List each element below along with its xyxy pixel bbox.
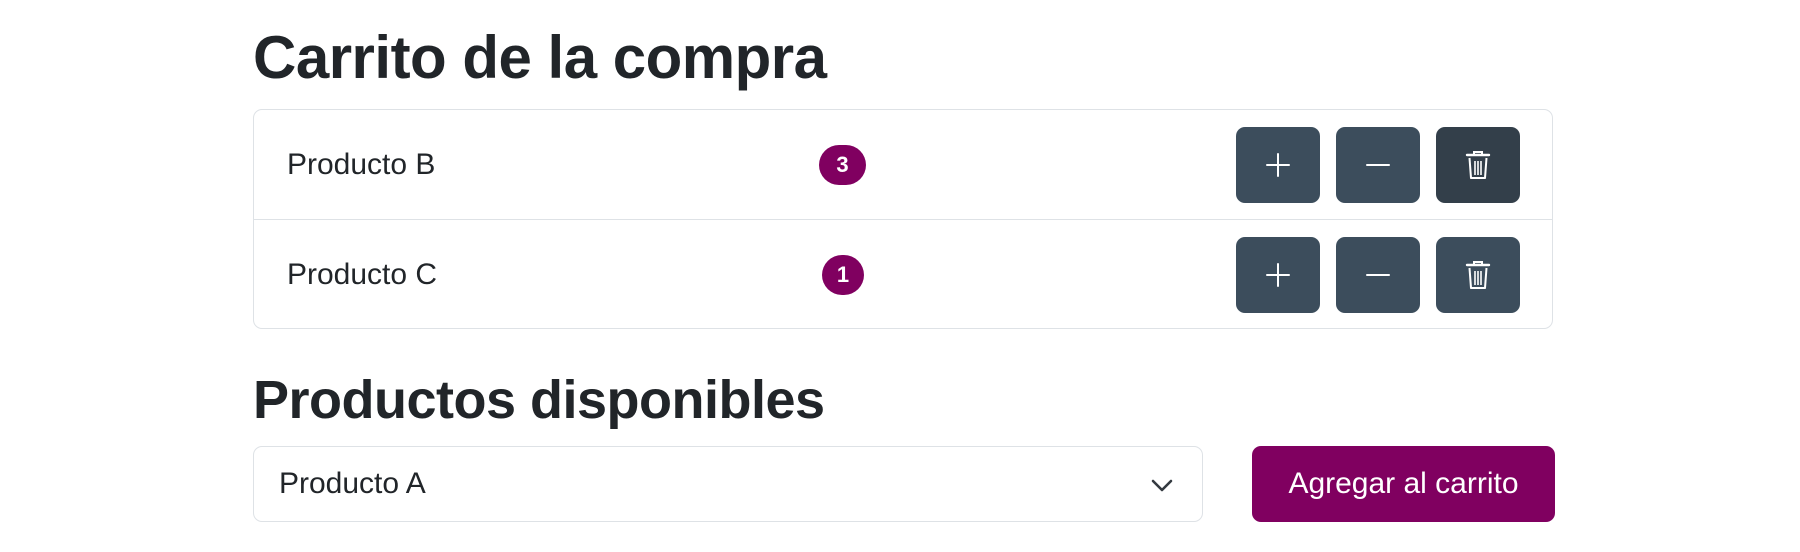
minus-icon: [1366, 164, 1390, 166]
add-to-cart-button[interactable]: Agregar al carrito: [1252, 446, 1555, 522]
increase-quantity-button[interactable]: [1236, 127, 1320, 203]
cart-item-row: Producto B 3: [254, 110, 1552, 220]
plus-icon: [1266, 263, 1290, 287]
cart-item-row: Producto C 1: [254, 220, 1552, 330]
remove-item-button[interactable]: [1436, 237, 1520, 313]
increase-quantity-button[interactable]: [1236, 237, 1320, 313]
product-select-value: Producto A: [279, 467, 426, 500]
product-select[interactable]: Producto A: [253, 446, 1203, 522]
page-title: Carrito de la compra: [253, 24, 827, 91]
quantity-badge: 1: [822, 255, 864, 295]
cart-item-name: Producto C: [287, 258, 438, 291]
decrease-quantity-button[interactable]: [1336, 127, 1420, 203]
decrease-quantity-button[interactable]: [1336, 237, 1420, 313]
minus-icon: [1366, 274, 1390, 276]
trash-icon: [1465, 151, 1491, 179]
cart-item-name: Producto B: [287, 148, 436, 181]
plus-icon: [1266, 153, 1290, 177]
quantity-badge: 3: [819, 145, 866, 185]
remove-item-button[interactable]: [1436, 127, 1520, 203]
chevron-down-icon: [1151, 479, 1173, 492]
available-products-heading: Productos disponibles: [253, 370, 825, 430]
trash-icon: [1465, 261, 1491, 289]
cart-list: Producto B 3 Producto C 1: [253, 109, 1553, 329]
